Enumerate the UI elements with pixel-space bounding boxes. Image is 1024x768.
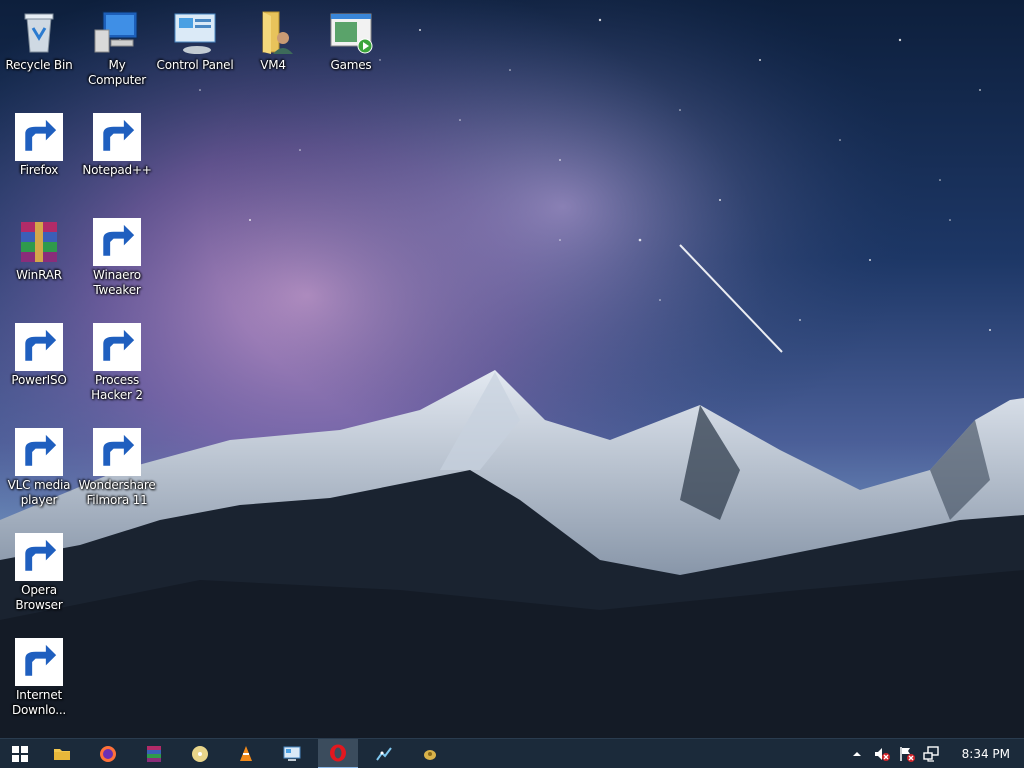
desktop-icon-my-computer[interactable]: My Computer bbox=[78, 8, 156, 88]
desktop-icon-winaero-tweaker[interactable]: Winaero Tweaker bbox=[78, 218, 156, 298]
folder-icon bbox=[54, 749, 70, 760]
process-hacker-icon bbox=[93, 323, 141, 371]
control-panel-icon bbox=[283, 746, 301, 761]
taskbar-firefox[interactable] bbox=[88, 739, 128, 768]
flag-error-icon bbox=[900, 747, 915, 762]
media-app-icon bbox=[424, 750, 436, 760]
desktop-icon-recycle-bin[interactable]: Recycle Bin bbox=[0, 8, 78, 73]
taskbar-clock[interactable]: 8:34 PM bbox=[962, 739, 1010, 768]
vlc-icon bbox=[240, 746, 252, 761]
taskbar-winrar[interactable] bbox=[134, 739, 174, 768]
desktop-icon-label: PowerISO bbox=[11, 373, 67, 387]
taskbar: 8:34 PM bbox=[0, 738, 1024, 768]
tray-volume[interactable] bbox=[872, 744, 892, 764]
network-icon bbox=[923, 746, 939, 762]
opera-icon bbox=[330, 744, 346, 762]
notepadpp-icon bbox=[93, 113, 141, 161]
desktop-icon-label: WinRAR bbox=[16, 268, 62, 282]
poweriso-icon bbox=[15, 323, 63, 371]
desktop-icon-games[interactable]: Games bbox=[312, 8, 390, 73]
desktop-icon-label: Notepad++ bbox=[82, 163, 152, 177]
taskbar-opera[interactable] bbox=[318, 739, 358, 768]
tray-action-flag[interactable] bbox=[897, 744, 917, 764]
disc-icon bbox=[192, 746, 208, 762]
desktop-icon-filmora[interactable]: Wondershare Filmora 11 bbox=[78, 428, 156, 508]
desktop-icon-label: My Computer bbox=[87, 58, 147, 87]
show-hidden-icons-button[interactable] bbox=[847, 744, 867, 764]
idm-icon bbox=[15, 638, 63, 686]
winaero-tweaker-icon bbox=[93, 218, 141, 266]
desktop-icon-label: Control Panel bbox=[156, 58, 234, 72]
computer-icon bbox=[93, 8, 141, 56]
recycle-bin-icon bbox=[15, 8, 63, 56]
control-panel-icon bbox=[171, 8, 219, 56]
desktop-icon-vlc[interactable]: VLC media player bbox=[0, 428, 78, 508]
shortcut-arrow-icon bbox=[93, 323, 141, 371]
shortcut-arrow-icon bbox=[93, 428, 141, 476]
desktop-icon-label: Winaero Tweaker bbox=[93, 268, 141, 297]
desktop-icon-vm4[interactable]: VM4 bbox=[234, 8, 312, 73]
windows-logo-icon bbox=[12, 746, 28, 762]
firefox-icon bbox=[100, 746, 116, 762]
volume-muted-icon bbox=[875, 748, 890, 761]
desktop-icon-label: Opera Browser bbox=[15, 583, 63, 612]
opera-icon bbox=[15, 533, 63, 581]
tray-network[interactable] bbox=[921, 744, 941, 764]
taskbar-media-app[interactable] bbox=[410, 739, 450, 768]
firefox-icon bbox=[15, 113, 63, 161]
taskbar-file-explorer[interactable] bbox=[42, 739, 82, 768]
games-icon bbox=[327, 8, 375, 56]
shortcut-arrow-icon bbox=[93, 218, 141, 266]
shortcut-arrow-icon bbox=[15, 533, 63, 581]
desktop-icon-opera[interactable]: Opera Browser bbox=[0, 533, 78, 613]
desktop-icon-notepadpp[interactable]: Notepad++ bbox=[78, 113, 156, 178]
desktop-icon-label: Recycle Bin bbox=[5, 58, 73, 72]
winrar-icon bbox=[147, 746, 161, 762]
shortcut-arrow-icon bbox=[15, 638, 63, 686]
shortcut-arrow-icon bbox=[93, 113, 141, 161]
desktop-icon-control-panel[interactable]: Control Panel bbox=[156, 8, 234, 73]
taskbar-process-hacker[interactable] bbox=[364, 739, 404, 768]
desktop-icon-label: VM4 bbox=[260, 58, 286, 72]
desktop-icon-winrar[interactable]: WinRAR bbox=[0, 218, 78, 283]
desktop-icon-label: Wondershare Filmora 11 bbox=[78, 478, 156, 507]
desktop-icon-poweriso[interactable]: PowerISO bbox=[0, 323, 78, 388]
taskbar-poweriso[interactable] bbox=[180, 739, 220, 768]
desktop-icon-label: Firefox bbox=[19, 163, 59, 177]
desktop-icon-process-hacker[interactable]: Process Hacker 2 bbox=[78, 323, 156, 403]
start-button[interactable] bbox=[0, 739, 40, 768]
filmora-icon bbox=[93, 428, 141, 476]
chevron-up-icon bbox=[853, 752, 861, 756]
vlc-icon bbox=[15, 428, 63, 476]
shortcut-arrow-icon bbox=[15, 113, 63, 161]
winrar-icon bbox=[15, 218, 63, 266]
taskbar-control-panel[interactable] bbox=[272, 739, 312, 768]
desktop-icon-label: VLC media player bbox=[7, 478, 71, 507]
taskbar-vlc[interactable] bbox=[226, 739, 266, 768]
desktop-icon-label: Internet Downlo... bbox=[11, 688, 67, 717]
desktop-icon-label: Process Hacker 2 bbox=[91, 373, 143, 402]
user-folder-icon bbox=[249, 8, 297, 56]
desktop-icon-firefox[interactable]: Firefox bbox=[0, 113, 78, 178]
desktop-icon-internet-download-manager[interactable]: Internet Downlo... bbox=[0, 638, 78, 718]
shortcut-arrow-icon bbox=[15, 323, 63, 371]
desktop-icon-label: Games bbox=[330, 58, 372, 72]
process-hacker-icon bbox=[376, 747, 392, 761]
shortcut-arrow-icon bbox=[15, 428, 63, 476]
